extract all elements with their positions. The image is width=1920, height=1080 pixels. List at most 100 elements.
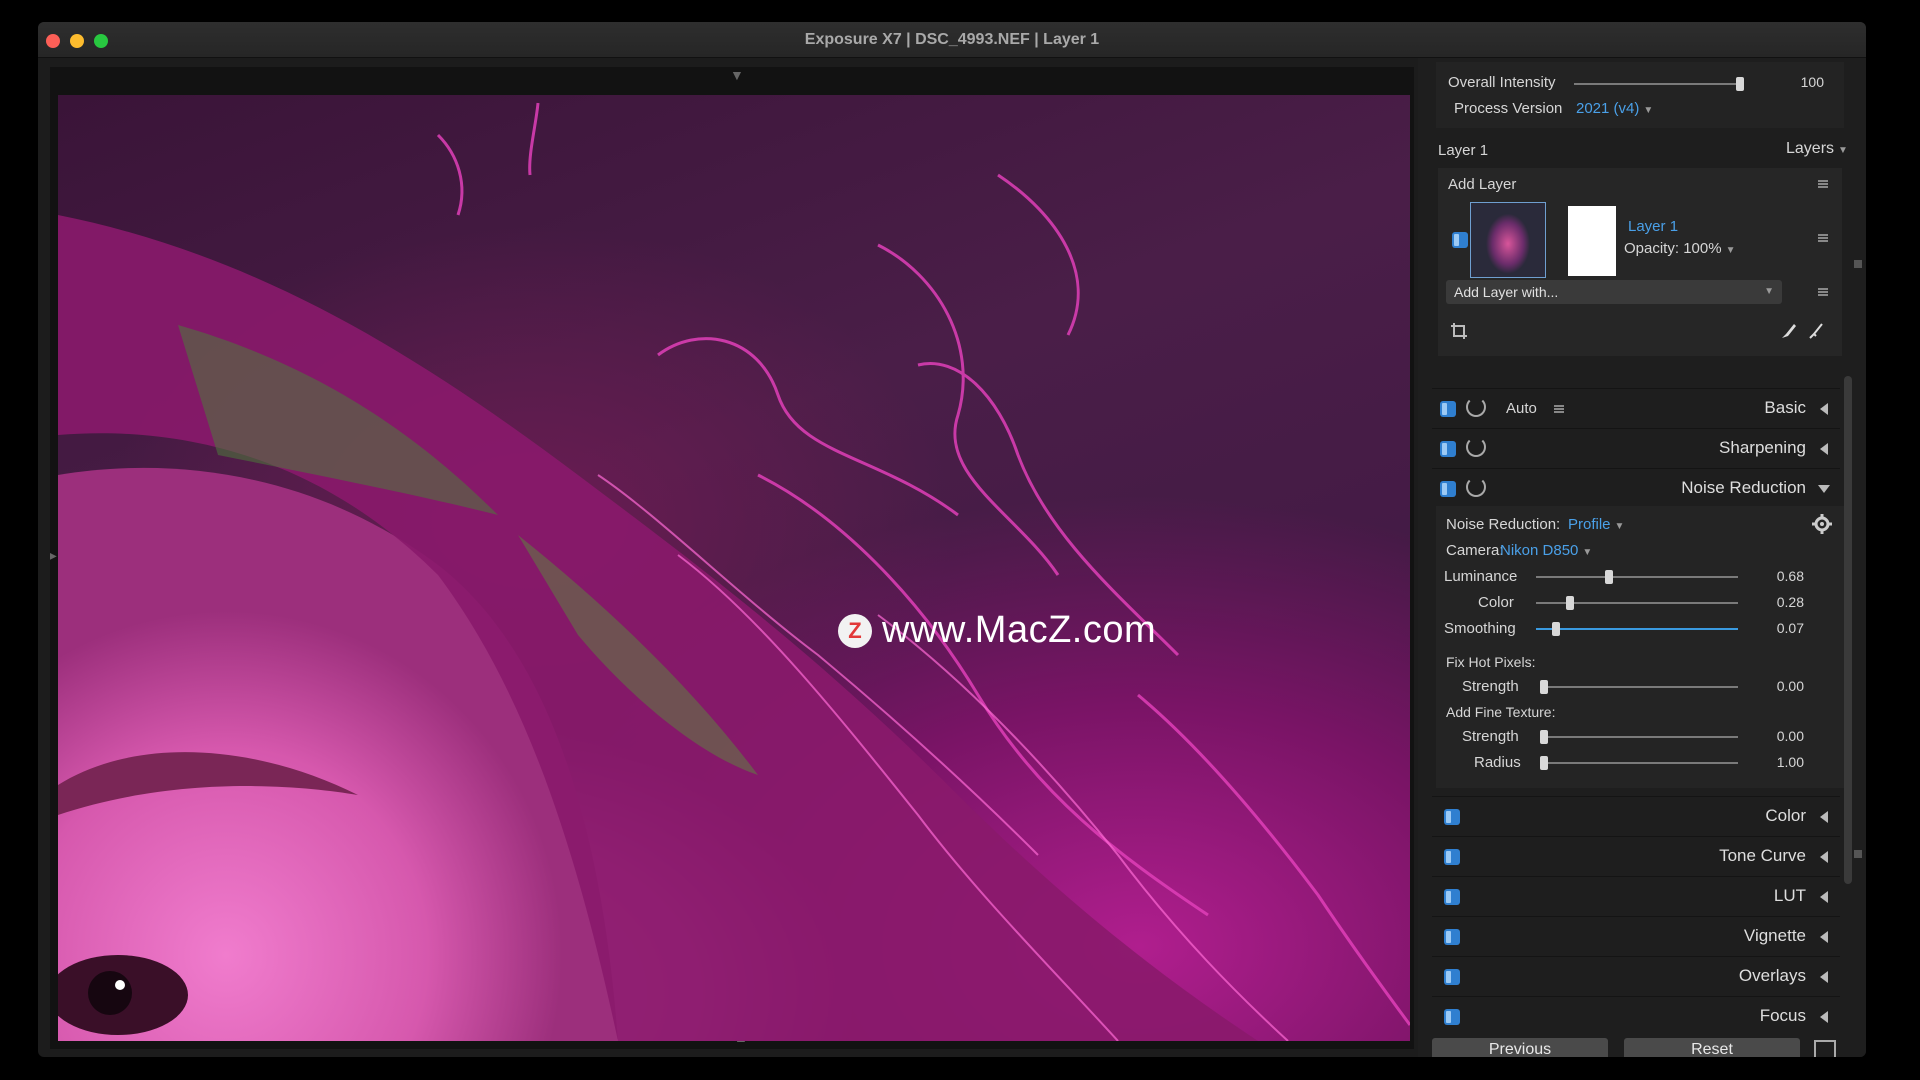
section-header-focus[interactable]: Focus	[1432, 996, 1840, 1034]
section-toggle[interactable]	[1444, 969, 1460, 985]
expand-arrow-icon[interactable]	[1820, 1011, 1828, 1023]
panel-scrollbar[interactable]	[1844, 376, 1852, 884]
sharpening-toggle[interactable]	[1440, 441, 1456, 457]
noise-slider-label: Luminance	[1444, 568, 1518, 585]
noise-slider-track[interactable]	[1536, 596, 1738, 610]
photo-illustration	[58, 102, 1410, 1041]
noise-slider-value: 0.07	[1776, 620, 1804, 636]
noise-reduction-controls: Noise Reduction: Profile ▼ Camera: Nikon …	[1436, 506, 1844, 788]
texture-strength-value: 0.00	[1776, 728, 1804, 744]
noise-slider-value: 0.28	[1776, 594, 1804, 610]
section-header-overlays[interactable]: Overlays	[1432, 956, 1840, 994]
panel-edge-marker	[1854, 260, 1862, 268]
expand-arrow-icon[interactable]	[1820, 931, 1828, 943]
layers-panel-label: Layers	[1786, 140, 1835, 157]
hot-strength-knob[interactable]	[1540, 680, 1548, 694]
layers-menu-icon[interactable]	[1818, 180, 1828, 188]
basic-reset-icon[interactable]	[1466, 397, 1486, 417]
expand-arrow-icon[interactable]	[1820, 891, 1828, 903]
image-viewport[interactable]: ▼ ▲ ▶	[50, 67, 1414, 1049]
expand-arrow-icon[interactable]	[1820, 851, 1828, 863]
collapse-arrow-icon[interactable]	[1818, 485, 1830, 493]
texture-strength-label: Strength	[1462, 728, 1519, 745]
chevron-down-icon: ▼	[1582, 547, 1593, 558]
brush-erase-icon[interactable]	[1808, 322, 1826, 340]
auto-button[interactable]: Auto	[1506, 400, 1537, 417]
section-title: Overlays	[1738, 966, 1806, 985]
section-toggle[interactable]	[1444, 1009, 1460, 1025]
overall-intensity-slider[interactable]	[1574, 77, 1744, 91]
section-header-color[interactable]: Color	[1432, 796, 1840, 834]
section-header-vignette[interactable]: Vignette	[1432, 916, 1840, 954]
section-header-lut[interactable]: LUT	[1432, 876, 1840, 914]
add-layer-with-dropdown[interactable]: Add Layer with... ▼	[1446, 280, 1782, 304]
section-toggle[interactable]	[1444, 809, 1460, 825]
section-title: Vignette	[1743, 926, 1806, 945]
layer-name[interactable]: Layer 1	[1628, 218, 1678, 235]
section-toggle[interactable]	[1444, 929, 1460, 945]
basic-section-header[interactable]: Auto Basic	[1432, 388, 1840, 426]
reset-button[interactable]: Reset	[1624, 1038, 1800, 1057]
noise-slider-knob[interactable]	[1566, 596, 1574, 610]
noise-mode-label: Noise Reduction:	[1446, 516, 1561, 533]
collapse-left-arrow-icon[interactable]: ▶	[50, 547, 57, 564]
previous-button[interactable]: Previous	[1432, 1038, 1608, 1057]
layer-menu-icon[interactable]	[1818, 234, 1828, 242]
photo-canvas[interactable]: Z www.MacZ.com	[58, 95, 1410, 1041]
layers-panel-toggle[interactable]: Layers ▼	[1786, 140, 1848, 158]
panel-edge-marker	[1854, 850, 1862, 858]
noise-reduction-toggle[interactable]	[1440, 481, 1456, 497]
camera-label: Camera:	[1446, 542, 1504, 559]
layer-opacity[interactable]: Opacity: 100% ▼	[1624, 240, 1735, 257]
overall-intensity-value: 100	[1800, 74, 1824, 90]
texture-strength-knob[interactable]	[1540, 730, 1548, 744]
noise-slider-label: Color	[1478, 594, 1514, 611]
hot-strength-slider[interactable]	[1540, 680, 1738, 694]
noise-slider-knob[interactable]	[1552, 622, 1560, 636]
noise-reduction-reset-icon[interactable]	[1466, 477, 1486, 497]
texture-strength-slider[interactable]	[1540, 730, 1738, 744]
noise-reduction-section-header[interactable]: Noise Reduction	[1432, 468, 1840, 506]
crop-icon[interactable]	[1450, 322, 1468, 340]
expand-arrow-icon[interactable]	[1820, 811, 1828, 823]
noise-slider-label: Smoothing	[1444, 620, 1516, 637]
section-toggle[interactable]	[1444, 889, 1460, 905]
process-version-dropdown[interactable]: 2021 (v4) ▼	[1576, 100, 1653, 117]
expand-arrow-icon[interactable]	[1820, 971, 1828, 983]
section-header-tone-curve[interactable]: Tone Curve	[1432, 836, 1840, 874]
sharpening-reset-icon[interactable]	[1466, 437, 1486, 457]
brush-icon[interactable]	[1780, 322, 1798, 340]
sharpening-section-header[interactable]: Sharpening	[1432, 428, 1840, 466]
noise-mode-dropdown[interactable]: Profile ▼	[1568, 516, 1624, 533]
overall-intensity-knob[interactable]	[1736, 77, 1744, 91]
collapse-top-arrow-icon[interactable]: ▼	[730, 67, 744, 83]
noise-slider-value: 0.68	[1776, 568, 1804, 584]
fix-hot-pixels-label: Fix Hot Pixels:	[1446, 654, 1536, 670]
basic-toggle[interactable]	[1440, 401, 1456, 417]
add-layer-menu-icon[interactable]	[1818, 288, 1828, 296]
expand-arrow-icon[interactable]	[1820, 403, 1828, 415]
texture-radius-slider[interactable]	[1540, 756, 1738, 770]
section-title: Color	[1765, 806, 1806, 825]
camera-value: Nikon D850	[1500, 542, 1579, 559]
camera-dropdown[interactable]: Nikon D850 ▼	[1500, 542, 1592, 559]
hot-strength-value: 0.00	[1776, 678, 1804, 694]
opacity-value: 100%	[1683, 240, 1722, 257]
section-toggle[interactable]	[1444, 849, 1460, 865]
gear-icon[interactable]	[1812, 514, 1832, 534]
layer-thumbnail[interactable]	[1470, 202, 1546, 278]
chevron-down-icon: ▼	[1725, 245, 1736, 256]
basic-menu-icon[interactable]	[1554, 405, 1564, 413]
noise-slider-track[interactable]	[1536, 622, 1738, 636]
layer-mask-thumbnail[interactable]	[1568, 206, 1616, 276]
expand-arrow-icon[interactable]	[1820, 443, 1828, 455]
noise-slider-knob[interactable]	[1605, 570, 1613, 584]
layout-toggle-icon[interactable]	[1814, 1040, 1836, 1057]
add-layer-button[interactable]: Add Layer	[1448, 176, 1516, 193]
noise-reduction-title: Noise Reduction	[1681, 478, 1806, 497]
noise-slider-track[interactable]	[1536, 570, 1738, 584]
section-title: Focus	[1759, 1006, 1806, 1025]
texture-radius-knob[interactable]	[1540, 756, 1548, 770]
section-title: LUT	[1773, 886, 1806, 905]
layer-visibility-toggle[interactable]	[1452, 232, 1468, 248]
